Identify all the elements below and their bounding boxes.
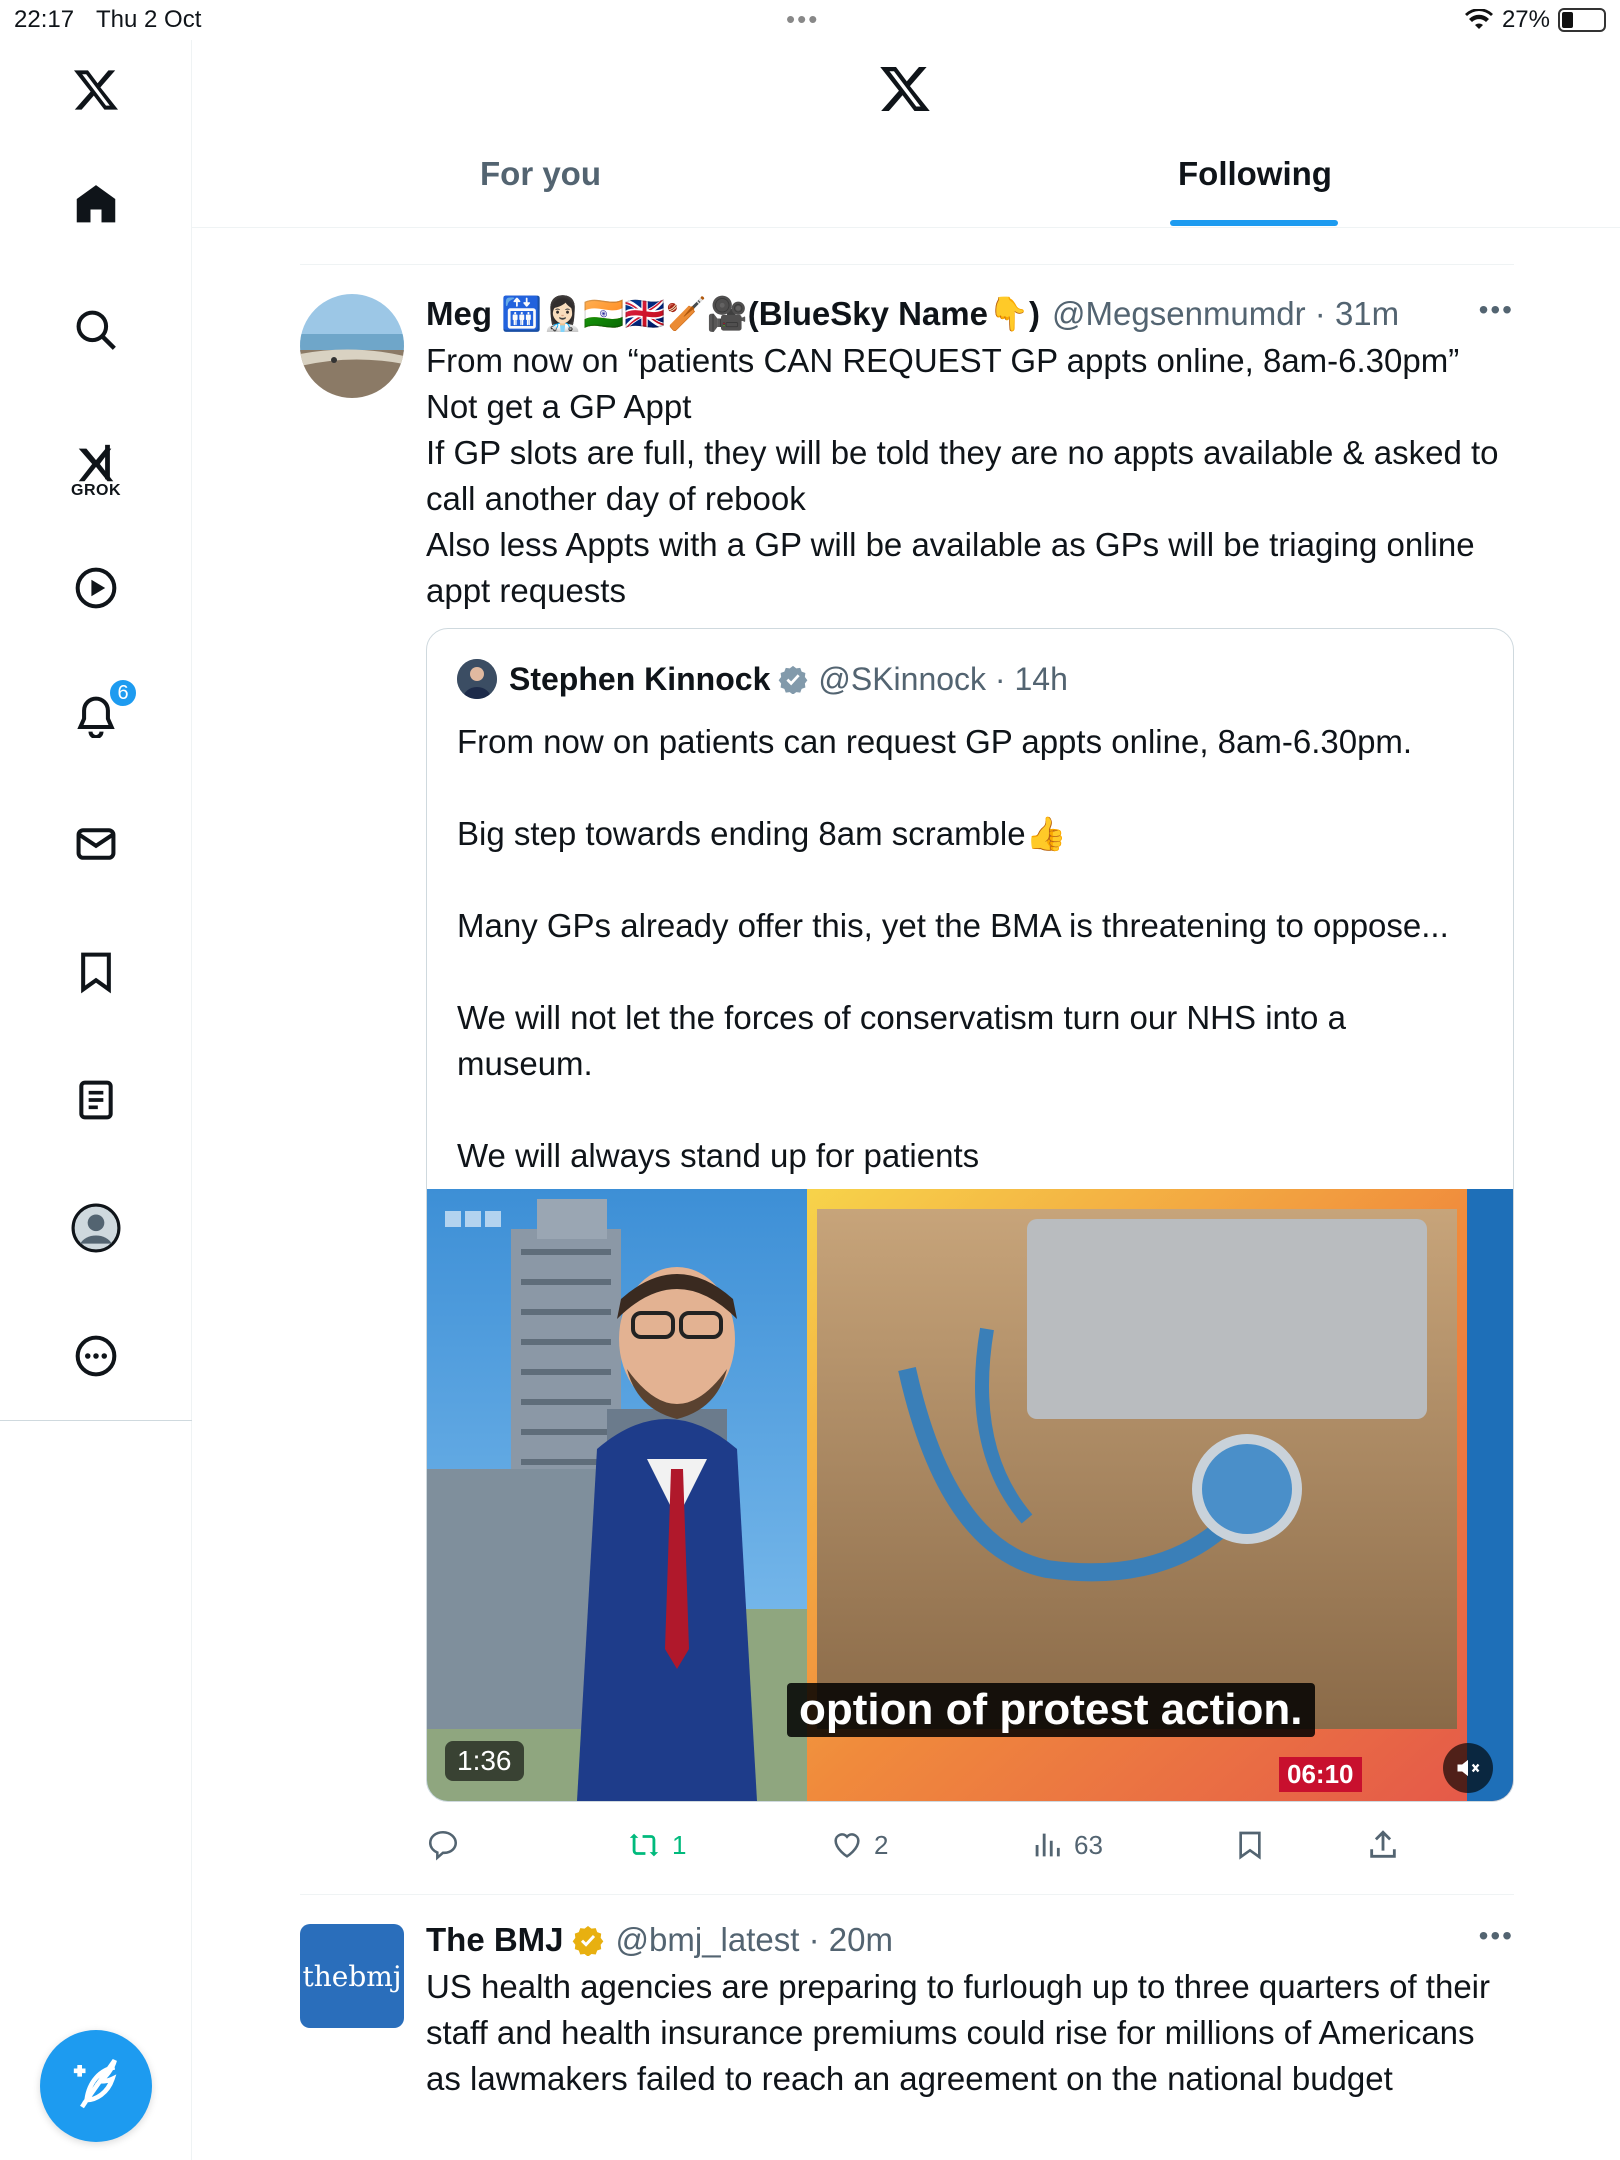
- tweet-divider: [300, 264, 1514, 265]
- battery-percent: 27%: [1501, 6, 1550, 33]
- timeline-header: For you Following: [192, 40, 1620, 228]
- views-button[interactable]: 63: [1030, 1820, 1103, 1870]
- author-name[interactable]: The BMJ: [426, 1920, 564, 1960]
- tweet[interactable]: thebmj The BMJ @bmj_latest · 20m ••• US …: [300, 1920, 1514, 2160]
- tweet-header: Meg 🛗👩🏻‍⚕️🇮🇳🇬🇧🏏🎥(BlueSky Name👇) @Megsenm…: [426, 294, 1514, 334]
- author-handle-time[interactable]: @Megsenmumdr · 31m: [1052, 294, 1399, 334]
- quote-header: Stephen Kinnock @SKinnock · 14h: [457, 659, 1068, 699]
- sidebar-divider: [0, 1420, 192, 1421]
- mail-icon[interactable]: [56, 804, 136, 884]
- like-count: 2: [874, 1829, 889, 1860]
- avatar[interactable]: [300, 294, 404, 398]
- more-circle-icon[interactable]: [56, 1316, 136, 1396]
- like-button[interactable]: 2: [830, 1820, 888, 1870]
- quote-author-name[interactable]: Stephen Kinnock: [509, 661, 770, 698]
- verified-badge-icon: [778, 665, 808, 694]
- reply-icon: [428, 1830, 458, 1861]
- repost-icon: [629, 1833, 659, 1857]
- author-name[interactable]: Meg 🛗👩🏻‍⚕️🇮🇳🇬🇧🏏🎥(BlueSky Name👇): [426, 294, 1040, 334]
- quote-tweet[interactable]: Stephen Kinnock @SKinnock · 14h From now…: [426, 628, 1514, 1802]
- mute-icon: [1457, 1759, 1480, 1777]
- views-count: 63: [1074, 1829, 1103, 1860]
- bookmark-icon[interactable]: [56, 932, 136, 1012]
- tweet-divider: [300, 1894, 1514, 1895]
- tweet-text: US health agencies are preparing to furl…: [426, 1968, 1500, 2097]
- tweet-header: The BMJ @bmj_latest · 20m: [426, 1920, 1514, 1960]
- bmj-logo: thebmj: [302, 1959, 402, 1993]
- verified-badge-icon: [572, 1926, 603, 1956]
- bbc-logo: [445, 1211, 501, 1227]
- views-icon: [1035, 1833, 1060, 1857]
- repost-count: 1: [672, 1829, 687, 1860]
- status-date: Thu 2 Oct: [96, 6, 202, 33]
- quote-text: From now on patients can request GP appt…: [457, 723, 1449, 1174]
- quote-handle-time[interactable]: @SKinnock · 14h: [818, 661, 1068, 698]
- mute-button[interactable]: [1443, 1743, 1493, 1793]
- battery-icon: [1558, 8, 1606, 32]
- video-player[interactable]: option of protest action. 1:36 06:10: [427, 1189, 1513, 1801]
- play-icon[interactable]: [56, 548, 136, 628]
- share-button[interactable]: [1366, 1820, 1400, 1870]
- heart-icon: [834, 1833, 860, 1858]
- video-duration: 1:36: [445, 1741, 524, 1781]
- tweet-text: From now on “patients CAN REQUEST GP app…: [426, 342, 1499, 609]
- tweet-actions: 1 2 63: [426, 1820, 1514, 1870]
- sidebar: GROK 6: [0, 40, 192, 2160]
- bell-icon[interactable]: 6: [56, 676, 138, 756]
- profile-icon[interactable]: [56, 1188, 136, 1268]
- video-caption: option of protest action.: [787, 1683, 1315, 1737]
- avatar[interactable]: thebmj: [300, 1924, 404, 2028]
- status-right: 27%: [1464, 6, 1606, 34]
- compose-feather-icon: [73, 2058, 117, 2109]
- article-icon[interactable]: [56, 1060, 136, 1140]
- bookmark-button[interactable]: [1234, 1820, 1266, 1870]
- tab-following[interactable]: Following: [1178, 155, 1332, 193]
- x-logo-icon[interactable]: [878, 62, 932, 121]
- notification-badge: 6: [108, 678, 138, 708]
- broadcast-clock: 06:10: [1279, 1757, 1362, 1792]
- more-options-icon[interactable]: •••: [1479, 1920, 1514, 1952]
- compose-button[interactable]: [40, 2030, 152, 2142]
- x-logo-icon[interactable]: [56, 50, 136, 130]
- reply-button[interactable]: [426, 1820, 470, 1870]
- multitask-dots-icon[interactable]: •••: [786, 4, 819, 35]
- repost-button[interactable]: 1: [626, 1820, 686, 1870]
- more-options-icon[interactable]: •••: [1479, 294, 1514, 326]
- status-time: 22:17: [14, 6, 75, 33]
- active-tab-indicator: [1170, 220, 1338, 226]
- wifi-icon: [1464, 9, 1493, 29]
- tweet[interactable]: Meg 🛗👩🏻‍⚕️🇮🇳🇬🇧🏏🎥(BlueSky Name👇) @Megsenm…: [300, 294, 1514, 1864]
- home-icon[interactable]: [56, 164, 136, 244]
- bookmark-icon: [1239, 1831, 1261, 1860]
- tab-for-you[interactable]: For you: [480, 155, 601, 193]
- grok-icon[interactable]: GROK: [56, 424, 136, 504]
- quote-avatar[interactable]: [457, 659, 497, 699]
- status-bar: 22:17 Thu 2 Oct ••• 27%: [0, 0, 1620, 40]
- grok-label: GROK: [71, 482, 121, 499]
- author-handle-time[interactable]: @bmj_latest · 20m: [616, 1920, 893, 1960]
- share-icon: [1370, 1830, 1396, 1858]
- search-icon[interactable]: [56, 290, 136, 370]
